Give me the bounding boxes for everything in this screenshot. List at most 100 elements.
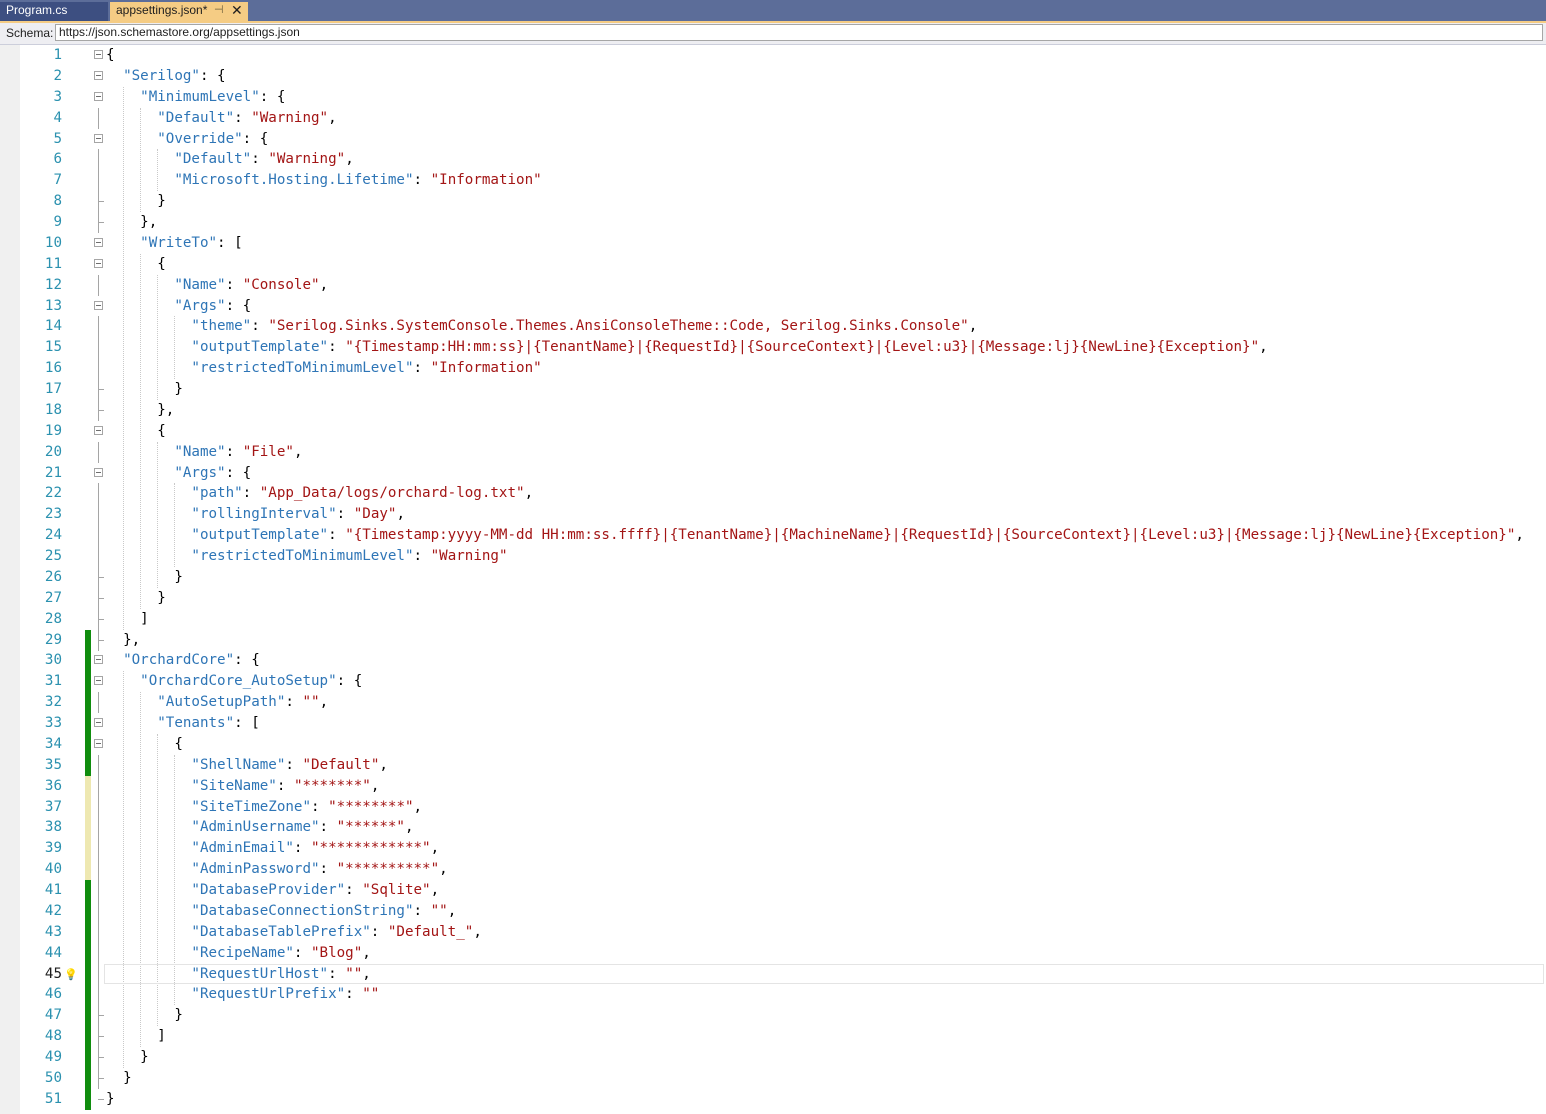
json-string: "" bbox=[302, 694, 320, 711]
code-line[interactable]: 46 "RequestUrlPrefix": "" bbox=[0, 984, 1546, 1006]
code-text: "AdminUsername": "******", bbox=[106, 817, 413, 838]
json-punctuation bbox=[106, 339, 191, 355]
code-line[interactable]: 18 }, bbox=[0, 399, 1546, 421]
json-punctuation: : bbox=[225, 276, 243, 293]
line-number: 46 bbox=[44, 986, 62, 1003]
collapse-icon[interactable] bbox=[94, 676, 103, 686]
code-text: }, bbox=[106, 400, 174, 421]
code-line[interactable]: 40 "AdminPassword": "**********", bbox=[0, 859, 1546, 881]
code-line[interactable]: 33 "Tenants": [ bbox=[0, 713, 1546, 734]
code-line[interactable]: 24 "outputTemplate": "{Timestamp:yyyy-MM… bbox=[0, 525, 1546, 547]
code-line[interactable]: 5 "Override": { bbox=[0, 129, 1546, 150]
code-line[interactable]: 22 "path": "App_Data/logs/orchard-log.tx… bbox=[0, 483, 1546, 505]
collapse-icon[interactable] bbox=[94, 300, 103, 310]
code-line[interactable]: 48 ] bbox=[0, 1026, 1546, 1048]
line-number: 34 bbox=[44, 735, 62, 752]
code-line[interactable]: 28 ] bbox=[0, 608, 1546, 630]
tab-program-cs[interactable]: Program.cs bbox=[0, 2, 108, 21]
code-line[interactable]: 49 } bbox=[0, 1047, 1546, 1068]
code-line[interactable]: 39 "AdminEmail": "************", bbox=[0, 838, 1546, 860]
json-string: "Warning" bbox=[268, 151, 346, 168]
code-line[interactable]: 51} bbox=[0, 1088, 1546, 1110]
code-text: "AdminPassword": "**********", bbox=[106, 859, 447, 880]
collapse-icon[interactable] bbox=[94, 258, 103, 268]
code-line[interactable]: 50 } bbox=[0, 1067, 1546, 1089]
json-key: "Args" bbox=[174, 464, 226, 481]
code-line[interactable]: 27 } bbox=[0, 587, 1546, 609]
code-line[interactable]: 38 "AdminUsername": "******", bbox=[0, 817, 1546, 839]
code-line[interactable]: 32 "AutoSetupPath": "", bbox=[0, 692, 1546, 714]
code-line[interactable]: 10 "WriteTo": [ bbox=[0, 233, 1546, 254]
json-punctuation: , bbox=[293, 443, 303, 460]
code-line[interactable]: 6 "Default": "Warning", bbox=[0, 149, 1546, 171]
code-line[interactable]: 13 "Args": { bbox=[0, 296, 1546, 317]
json-punctuation: : [ bbox=[217, 234, 243, 251]
code-line[interactable]: 37 "SiteTimeZone": "********", bbox=[0, 796, 1546, 818]
code-line[interactable]: 43 "DatabaseTablePrefix": "Default_", bbox=[0, 921, 1546, 943]
code-line[interactable]: 11 { bbox=[0, 254, 1546, 275]
code-line[interactable]: 31 "OrchardCore_AutoSetup": { bbox=[0, 671, 1546, 693]
code-line[interactable]: 14 "theme": "Serilog.Sinks.SystemConsole… bbox=[0, 316, 1546, 338]
collapse-icon[interactable] bbox=[94, 237, 103, 247]
code-line[interactable]: 17 } bbox=[0, 379, 1546, 400]
code-line[interactable]: 8 } bbox=[0, 191, 1546, 213]
code-line[interactable]: 9 }, bbox=[0, 212, 1546, 233]
close-icon[interactable]: ✕ bbox=[231, 2, 243, 19]
tab-appsettings-json[interactable]: appsettings.json* ⊣ ✕ bbox=[110, 2, 248, 21]
code-line[interactable]: 41 "DatabaseProvider": "Sqlite", bbox=[0, 880, 1546, 901]
json-string: "******" bbox=[336, 819, 405, 836]
code-line[interactable]: 47 } bbox=[0, 1005, 1546, 1027]
fold-region-line bbox=[98, 880, 99, 901]
code-line[interactable]: 34 { bbox=[0, 733, 1546, 755]
code-line[interactable]: 20 "Name": "File", bbox=[0, 441, 1546, 463]
code-line[interactable]: 25 "restrictedToMinimumLevel": "Warning" bbox=[0, 546, 1546, 567]
code-line[interactable]: 44 "RecipeName": "Blog", bbox=[0, 942, 1546, 964]
code-line[interactable]: 15 "outputTemplate": "{Timestamp:HH:mm:s… bbox=[0, 337, 1546, 359]
code-line[interactable]: 45 💡 "RequestUrlHost": "", bbox=[0, 963, 1546, 986]
saved-change-marker bbox=[85, 942, 91, 964]
collapse-icon[interactable] bbox=[94, 70, 103, 80]
collapse-icon[interactable] bbox=[94, 133, 103, 143]
collapse-icon[interactable] bbox=[94, 91, 103, 101]
code-line[interactable]: 19 { bbox=[0, 421, 1546, 442]
collapse-icon[interactable] bbox=[94, 738, 103, 748]
line-number: 41 bbox=[44, 882, 62, 898]
code-line[interactable]: 30 "OrchardCore": { bbox=[0, 650, 1546, 672]
code-line[interactable]: 16 "restrictedToMinimumLevel": "Informat… bbox=[0, 358, 1546, 380]
code-line[interactable]: 3 "MinimumLevel": { bbox=[0, 87, 1546, 108]
line-number: 15 bbox=[44, 339, 62, 356]
code-text: }, bbox=[106, 212, 157, 233]
collapse-icon[interactable] bbox=[94, 718, 103, 727]
schema-input[interactable]: https://json.schemastore.org/appsettings… bbox=[55, 24, 1543, 41]
json-punctuation: : bbox=[413, 360, 431, 377]
fold-region-end bbox=[98, 1098, 104, 1100]
lightbulb-icon[interactable]: 💡 bbox=[64, 965, 78, 986]
code-line[interactable]: 1{ bbox=[0, 45, 1546, 66]
unsaved-change-marker bbox=[85, 859, 91, 881]
code-line[interactable]: 35 "ShellName": "Default", bbox=[0, 754, 1546, 776]
code-line[interactable]: 36 "SiteName": "*******", bbox=[0, 775, 1546, 797]
collapse-icon[interactable] bbox=[94, 425, 103, 435]
line-number: 3 bbox=[53, 88, 62, 105]
json-string: "" bbox=[345, 965, 363, 982]
collapse-icon[interactable] bbox=[94, 655, 103, 665]
code-line[interactable]: 42 "DatabaseConnectionString": "", bbox=[0, 900, 1546, 922]
collapse-icon[interactable] bbox=[94, 467, 103, 477]
line-number: 24 bbox=[44, 527, 62, 544]
json-key: "DatabaseProvider" bbox=[191, 882, 346, 898]
code-line[interactable]: 26 } bbox=[0, 566, 1546, 588]
code-editor[interactable]: 1{2 "Serilog": {3 "MinimumLevel": {4 "De… bbox=[0, 45, 1546, 1114]
code-line[interactable]: 23 "rollingInterval": "Day", bbox=[0, 504, 1546, 526]
code-text: "Name": "Console", bbox=[106, 275, 328, 296]
collapse-icon[interactable] bbox=[94, 50, 103, 59]
json-punctuation bbox=[106, 945, 191, 961]
code-line[interactable]: 21 "Args": { bbox=[0, 463, 1546, 484]
schema-label: Schema: bbox=[6, 26, 54, 40]
code-line[interactable]: 7 "Microsoft.Hosting.Lifetime": "Informa… bbox=[0, 170, 1546, 192]
json-punctuation: { bbox=[106, 47, 115, 63]
code-line[interactable]: 4 "Default": "Warning", bbox=[0, 107, 1546, 129]
code-line[interactable]: 29 }, bbox=[0, 629, 1546, 651]
code-line[interactable]: 2 "Serilog": { bbox=[0, 66, 1546, 87]
pin-icon[interactable]: ⊣ bbox=[214, 2, 224, 19]
code-line[interactable]: 12 "Name": "Console", bbox=[0, 274, 1546, 296]
